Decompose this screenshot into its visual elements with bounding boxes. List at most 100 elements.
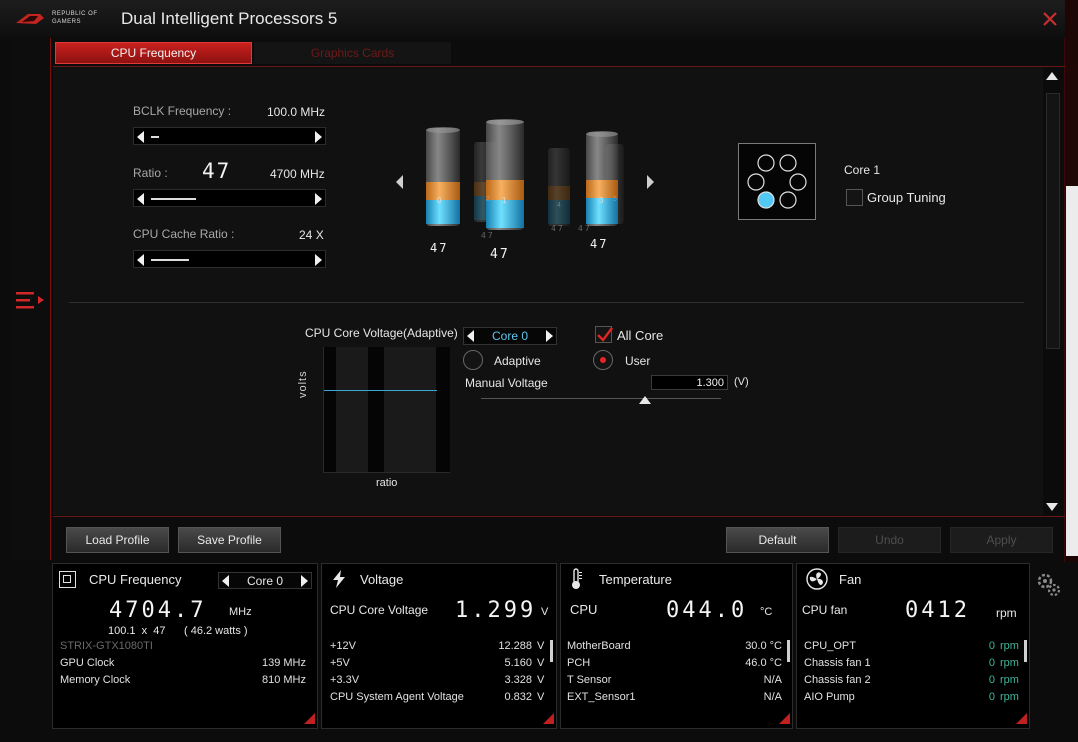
chevron-right-icon[interactable]: [301, 575, 308, 587]
panel-cpu-core-select[interactable]: Core 0: [218, 572, 312, 589]
manual-voltage-input[interactable]: [651, 375, 728, 390]
panel-cpu-frequency: 4704.7: [109, 598, 207, 623]
voltage-chart-title: CPU Core Voltage(Adaptive): [305, 326, 458, 340]
core-map[interactable]: [738, 143, 816, 220]
panel-cpu-frequency-unit: MHz: [229, 606, 252, 618]
slider-right-arrow-icon[interactable]: [315, 254, 322, 266]
panel-voltage-row-value: 12.288: [498, 640, 532, 652]
cores-next-button[interactable]: [646, 172, 656, 192]
side-menu-toggle[interactable]: [14, 289, 48, 313]
manual-voltage-label: Manual Voltage: [465, 376, 548, 390]
panel-temp-row-label: MotherBoard: [567, 640, 631, 652]
manual-voltage-slider[interactable]: [481, 398, 721, 399]
scroll-thumb[interactable]: [1046, 93, 1060, 349]
settings-gear-icon[interactable]: [1036, 572, 1062, 598]
panel-fan-main-unit: rpm: [996, 606, 1017, 620]
voltage-core-select[interactable]: Core 0: [463, 327, 557, 345]
group-tuning-label: Group Tuning: [867, 190, 946, 205]
core-5-ratio: 47: [578, 224, 592, 233]
panel-cpu-expand-icon[interactable]: [304, 713, 315, 724]
slider-left-arrow-icon[interactable]: [137, 254, 144, 266]
panel-temp-row-label: PCH: [567, 657, 591, 669]
panel-temp-row-value: N/A: [763, 691, 782, 703]
voltage-chart-column: [384, 347, 436, 472]
close-icon: [1043, 12, 1057, 26]
mode-adaptive-label: Adaptive: [494, 354, 541, 368]
panel-voltage-row-unit: V: [537, 674, 545, 686]
panel-voltage-expand-icon[interactable]: [543, 713, 554, 724]
app-title: Dual Intelligent Processors 5: [121, 9, 338, 28]
voltage-chart: [323, 347, 450, 473]
panel-cpu-title: CPU Frequency: [89, 572, 182, 587]
panel-voltage-row-label: +5V: [330, 657, 350, 669]
panel-fan-scrollbar[interactable]: [1024, 640, 1027, 662]
panel-cpu-bclk-ratio: 100.1 x 47: [108, 625, 166, 637]
panel-voltage-main-label: CPU Core Voltage: [330, 603, 429, 617]
voltage-chart-column: [336, 347, 368, 472]
panel-voltage-main-value: 1.299: [455, 598, 537, 623]
core-4-ratio: 47: [551, 224, 565, 233]
bclk-value: 100.0 MHz: [267, 105, 326, 119]
slider-right-arrow-icon[interactable]: [315, 193, 322, 205]
apply-button[interactable]: Apply: [950, 527, 1053, 553]
lightning-icon: [333, 570, 345, 588]
all-core-checkbox[interactable]: [595, 326, 613, 343]
panel-voltage-scrollbar[interactable]: [550, 640, 553, 662]
cache-ratio-slider[interactable]: [133, 250, 326, 268]
core-map-dot: [747, 173, 765, 191]
panel-voltage-row-label: +12V: [330, 640, 356, 652]
thermometer-icon: [572, 568, 582, 589]
panel-fan-row-label: Chassis fan 2: [804, 674, 871, 686]
panel-fan-expand-icon[interactable]: [1016, 713, 1027, 724]
panel-temp-row-value: N/A: [763, 674, 782, 686]
ratio-slider[interactable]: [133, 189, 326, 207]
panel-cpu-gpu-name: STRIX-GTX1080TI: [60, 640, 153, 652]
chevron-right-icon[interactable]: [546, 330, 553, 342]
panel-fan-row-label: CPU_OPT: [804, 640, 856, 652]
core-0-index: 0: [437, 196, 442, 205]
panel-temp-scrollbar[interactable]: [787, 640, 790, 662]
panel-cpu-row-value: 139 MHz: [261, 657, 306, 669]
panel-fan-row-unit: rpm: [1000, 657, 1019, 669]
core-4-index: 4: [557, 202, 561, 209]
tab-graphics-cards[interactable]: Graphics Cards: [254, 42, 451, 64]
load-profile-button[interactable]: Load Profile: [66, 527, 169, 553]
background-window-edge: [1066, 186, 1078, 556]
brand-line-1: REPUBLIC OF: [52, 11, 98, 17]
panel-fan-row-unit: rpm: [1000, 691, 1019, 703]
slider-right-arrow-icon[interactable]: [315, 131, 322, 143]
scroll-up-arrow-icon[interactable]: [1046, 72, 1058, 80]
core-map-dot: [779, 154, 797, 172]
slider-left-arrow-icon[interactable]: [137, 131, 144, 143]
radio-selected-dot: [600, 357, 606, 363]
core-map-dot: [757, 154, 775, 172]
bclk-label: BCLK Frequency :: [133, 104, 232, 118]
core-bar-back-4: [548, 148, 570, 226]
tab-cpu-frequency[interactable]: CPU Frequency: [55, 42, 252, 64]
undo-button[interactable]: Undo: [838, 527, 941, 553]
section-divider: [69, 302, 1024, 303]
voltage-line: [324, 390, 437, 391]
core-map-dot-selected: [757, 191, 775, 209]
panel-cpu-row-value: 810 MHz: [261, 674, 306, 686]
panel-voltage-row-label: CPU System Agent Voltage: [330, 691, 464, 703]
save-profile-button[interactable]: Save Profile: [178, 527, 281, 553]
chevron-left-icon: [396, 175, 403, 189]
group-tuning-checkbox[interactable]: [846, 189, 863, 206]
manual-voltage-slider-thumb[interactable]: [639, 396, 651, 404]
panel-voltage-row-value: 5.160: [504, 657, 532, 669]
core-5-index: 5: [613, 196, 617, 203]
voltage-chart-ylabel: volts: [297, 370, 309, 398]
panel-fan-row-value: 0: [988, 691, 995, 703]
mode-user-radio[interactable]: [593, 350, 613, 370]
slider-left-arrow-icon[interactable]: [137, 193, 144, 205]
mode-adaptive-radio[interactable]: [463, 350, 483, 370]
default-button[interactable]: Default: [726, 527, 829, 553]
panel-temp-row-value: 30.0 °C: [745, 640, 782, 652]
panel-temp-main-value: 044.0: [666, 598, 748, 623]
bclk-slider[interactable]: [133, 127, 326, 145]
cores-prev-button[interactable]: [394, 172, 404, 192]
panel-temp-expand-icon[interactable]: [779, 713, 790, 724]
scroll-down-arrow-icon[interactable]: [1046, 503, 1058, 511]
close-button[interactable]: [1040, 9, 1060, 29]
